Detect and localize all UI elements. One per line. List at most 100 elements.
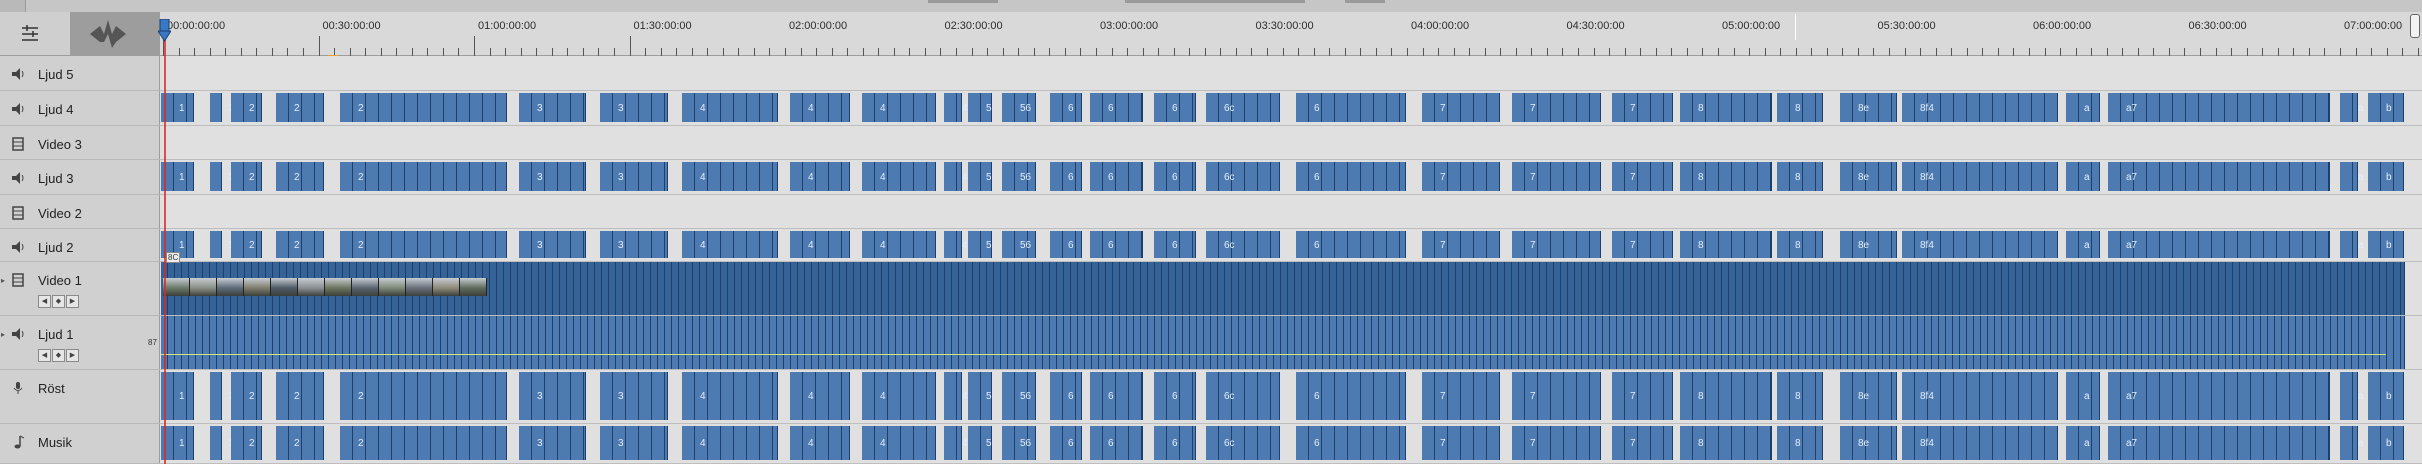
audio-clip[interactable] xyxy=(1206,93,1219,122)
audio-clip[interactable] xyxy=(545,426,558,460)
audio-clip[interactable] xyxy=(457,162,470,191)
audio-clip[interactable] xyxy=(1154,231,1167,258)
audio-clip[interactable] xyxy=(1816,162,1823,191)
audio-clip[interactable] xyxy=(1803,231,1816,258)
audio-clip[interactable] xyxy=(1551,231,1564,258)
audio-clip[interactable] xyxy=(1335,93,1348,122)
audio-clip[interactable] xyxy=(1745,162,1758,191)
audio-clip[interactable] xyxy=(366,162,379,191)
audio-clip[interactable] xyxy=(379,162,392,191)
audio-clip[interactable] xyxy=(2251,231,2264,258)
music-note-icon[interactable] xyxy=(10,434,26,450)
audio-clip[interactable] xyxy=(2066,372,2079,420)
audio-clip[interactable] xyxy=(431,372,444,420)
audio-clip[interactable] xyxy=(1050,93,1063,122)
audio-clip[interactable] xyxy=(708,372,721,420)
audio-clip[interactable] xyxy=(584,93,586,122)
audio-clip[interactable] xyxy=(2225,231,2238,258)
audio-clip[interactable] xyxy=(2199,426,2212,460)
audio-clip[interactable] xyxy=(1116,426,1129,460)
audio-clip[interactable] xyxy=(2108,372,2121,420)
audio-clip[interactable] xyxy=(1180,372,1193,420)
audio-clip[interactable] xyxy=(276,93,289,122)
audio-clip[interactable] xyxy=(2316,93,2329,122)
audio-clip[interactable] xyxy=(968,372,981,420)
audio-clip[interactable] xyxy=(1387,426,1400,460)
audio-clip[interactable] xyxy=(1076,426,1082,460)
audio-clip[interactable] xyxy=(161,316,2405,369)
expand-icon[interactable]: ▸ xyxy=(1,330,5,339)
audio-clip[interactable] xyxy=(1361,372,1374,420)
audio-clip[interactable] xyxy=(1680,93,1693,122)
audio-clip[interactable] xyxy=(302,231,315,258)
audio-clip[interactable] xyxy=(210,231,222,258)
audio-clip[interactable] xyxy=(1461,231,1474,258)
audio-clip[interactable] xyxy=(944,426,957,460)
audio-clip[interactable] xyxy=(1902,231,1915,258)
audio-clip[interactable] xyxy=(2394,426,2404,460)
audio-clip[interactable] xyxy=(2032,93,2045,122)
audio-clip[interactable] xyxy=(2238,372,2251,420)
audio-clip[interactable] xyxy=(2160,372,2173,420)
audio-clip[interactable] xyxy=(1348,426,1361,460)
audio-clip[interactable] xyxy=(1732,231,1745,258)
track-lane-ljud-1[interactable] xyxy=(160,316,2422,370)
audio-clip[interactable] xyxy=(1116,93,1129,122)
audio-clip[interactable] xyxy=(944,372,957,420)
audio-clip[interactable] xyxy=(1474,372,1487,420)
audio-clip[interactable] xyxy=(1090,231,1103,258)
audio-clip[interactable] xyxy=(1745,426,1758,460)
audio-clip[interactable] xyxy=(1803,372,1816,420)
audio-clip[interactable] xyxy=(1577,426,1590,460)
film-icon[interactable] xyxy=(10,205,26,221)
next-keyframe-icon[interactable]: ▶ xyxy=(66,295,79,308)
audio-clip[interactable] xyxy=(1400,93,1406,122)
audio-clip[interactable] xyxy=(1551,372,1564,420)
audio-clip[interactable] xyxy=(734,231,747,258)
audio-clip[interactable] xyxy=(1461,162,1474,191)
audio-clip[interactable] xyxy=(558,162,571,191)
audio-clip[interactable] xyxy=(1954,231,1967,258)
audio-clip[interactable] xyxy=(470,426,483,460)
audio-clip[interactable] xyxy=(392,93,405,122)
audio-clip[interactable] xyxy=(2303,426,2316,460)
audio-clip[interactable] xyxy=(734,162,747,191)
audio-clip[interactable] xyxy=(1050,372,1063,420)
audio-clip[interactable] xyxy=(1387,93,1400,122)
audio-clip[interactable] xyxy=(1771,426,1772,460)
audio-clip[interactable] xyxy=(2147,426,2160,460)
audio-clip[interactable] xyxy=(1258,426,1271,460)
audio-clip[interactable] xyxy=(302,93,315,122)
audio-waveform-button[interactable] xyxy=(70,12,160,55)
audio-clip[interactable] xyxy=(2147,93,2160,122)
audio-clip[interactable] xyxy=(888,231,901,258)
audio-clip[interactable] xyxy=(1719,162,1732,191)
audio-clip[interactable] xyxy=(1076,162,1082,191)
audio-clip[interactable] xyxy=(862,162,875,191)
audio-clip[interactable] xyxy=(1245,93,1258,122)
audio-clip[interactable] xyxy=(1993,372,2006,420)
track-header-video-3[interactable]: Video 3 xyxy=(0,126,160,160)
audio-clip[interactable] xyxy=(1271,372,1280,420)
audio-clip[interactable] xyxy=(1154,426,1167,460)
audio-clip[interactable] xyxy=(1050,162,1063,191)
audio-clip[interactable] xyxy=(519,231,532,258)
audio-clip[interactable] xyxy=(496,231,507,258)
track-header-ljud-2[interactable]: Ljud 2 xyxy=(0,229,160,262)
audio-clip[interactable] xyxy=(2277,231,2290,258)
audio-clip[interactable] xyxy=(773,93,778,122)
audio-clip[interactable] xyxy=(1758,426,1771,460)
audio-clip[interactable] xyxy=(444,93,457,122)
audio-clip[interactable] xyxy=(1180,93,1193,122)
audio-clip[interactable] xyxy=(470,162,483,191)
audio-clip[interactable] xyxy=(1180,426,1193,460)
audio-clip[interactable] xyxy=(652,426,665,460)
audio-clip[interactable] xyxy=(888,372,901,420)
audio-clip[interactable] xyxy=(187,93,194,122)
audio-clip[interactable] xyxy=(816,426,829,460)
audio-clip[interactable] xyxy=(2092,426,2100,460)
audio-clip[interactable] xyxy=(161,426,174,460)
audio-clip[interactable] xyxy=(2173,231,2186,258)
audio-clip[interactable] xyxy=(639,93,652,122)
audio-clip[interactable] xyxy=(1002,162,1015,191)
